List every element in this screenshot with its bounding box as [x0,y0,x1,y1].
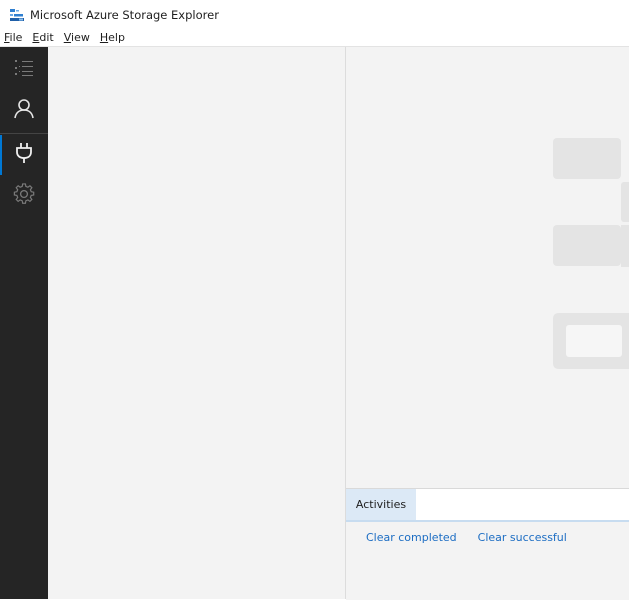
clear-completed-link[interactable]: Clear completed [366,531,457,544]
title-bar: Microsoft Azure Storage Explorer [0,0,629,29]
activity-bar [0,47,48,599]
clear-successful-link[interactable]: Clear successful [478,531,567,544]
activity-explorer-button[interactable] [0,50,48,90]
explorer-icon [13,58,35,82]
menu-view[interactable]: View [59,31,95,44]
activity-settings-button[interactable] [0,176,48,216]
active-indicator [0,135,2,175]
menu-help[interactable]: Help [95,31,130,44]
menu-bar: File Edit View Help [0,29,629,47]
menu-edit[interactable]: Edit [27,31,58,44]
activity-bar-separator [0,133,48,134]
window-title: Microsoft Azure Storage Explorer [30,7,219,22]
activity-connect-button[interactable] [0,135,48,175]
storage-explorer-app-icon [9,7,25,23]
tab-activities[interactable]: Activities [346,489,416,520]
activities-actions: Clear completed Clear successful [366,531,567,544]
main-area [346,47,629,488]
activities-panel: Activities Clear completed Clear success… [346,488,629,600]
gear-icon [13,183,35,209]
welcome-graphic [553,138,629,369]
account-icon [13,97,35,123]
side-panel [48,47,346,599]
menu-file[interactable]: File [0,31,27,44]
plug-icon [15,142,33,168]
activities-tab-bar: Activities [346,489,629,522]
activity-account-button[interactable] [0,90,48,130]
